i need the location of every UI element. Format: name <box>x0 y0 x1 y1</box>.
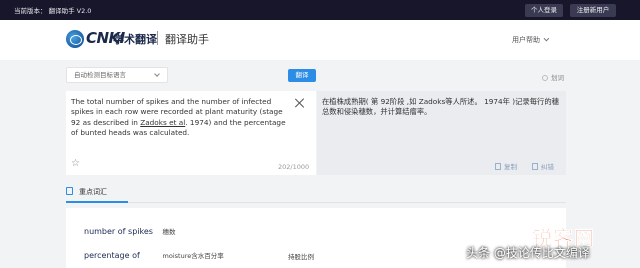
keyword-definition: 穗数 <box>162 228 176 236</box>
clear-icon[interactable] <box>295 98 305 108</box>
logo-name[interactable]: 学术翻译 <box>113 31 157 47</box>
translation-text: 在植株成熟期( 第 92阶段 ,如 Zadoks等人所述。 1974年 )记录每… <box>322 97 559 117</box>
source-text[interactable]: The total number of spikes and the numbe… <box>71 97 287 138</box>
chevron-down-icon <box>154 71 160 77</box>
book-icon <box>66 187 73 195</box>
word-select-label: 划词 <box>551 74 564 82</box>
watermark-line: 头条 @技论传比文编译 <box>466 246 590 260</box>
keyword-definition-alt: 持股比例 <box>288 253 314 261</box>
translate-button[interactable]: 翻译 <box>288 69 316 82</box>
keywords-divider <box>66 202 566 203</box>
logo-subtitle: 翻译助手 <box>165 33 209 46</box>
keyword-term: number of spikes <box>84 227 153 236</box>
citation-link[interactable]: Zadoks et al <box>140 118 185 127</box>
personal-center-button[interactable]: 个人登录 <box>525 4 563 17</box>
user-help-menu[interactable]: 用户帮助 <box>512 35 550 45</box>
keyword-term: percentage of <box>84 251 140 260</box>
keywords-tab[interactable]: 重点词汇 <box>66 187 107 197</box>
copy-button[interactable]: 复制 <box>495 161 517 171</box>
copy-icon <box>495 163 501 170</box>
cnki-logo-icon[interactable] <box>66 30 84 48</box>
translation-result-panel: 在植株成熟期( 第 92阶段 ,如 Zadoks等人所述。 1974年 )记录每… <box>317 91 566 175</box>
word-select-toggle[interactable]: 划词 <box>542 72 564 82</box>
source-language-value: 自动检测目标语言 <box>74 71 126 79</box>
source-language-select[interactable]: 自动检测目标语言 <box>66 67 168 83</box>
logo-divider <box>157 31 158 45</box>
version-label: 当前版本： 翻译助手 V2.0 <box>14 7 92 15</box>
top-bar: 当前版本： 翻译助手 V2.0 个人登录 注册新用户 <box>0 0 640 20</box>
star-icon[interactable]: ☆ <box>71 158 80 169</box>
toggle-radio-icon <box>542 75 548 81</box>
list-item[interactable]: number of spikes 穗数 <box>84 226 176 236</box>
source-text-panel[interactable]: The total number of spikes and the numbe… <box>66 91 316 175</box>
user-help-label: 用户帮助 <box>512 36 540 44</box>
keyword-definition: moisture含水百分率 <box>162 252 224 260</box>
register-button[interactable]: 注册新用户 <box>570 4 616 17</box>
keywords-tab-underline <box>66 201 128 203</box>
correct-button[interactable]: 纠错 <box>532 161 554 171</box>
list-item[interactable]: percentage of moisture含水百分率 持股比例 <box>84 250 314 261</box>
keywords-title: 重点词汇 <box>79 188 107 196</box>
char-count: 202/1000 <box>278 163 310 171</box>
edit-icon <box>532 163 538 170</box>
